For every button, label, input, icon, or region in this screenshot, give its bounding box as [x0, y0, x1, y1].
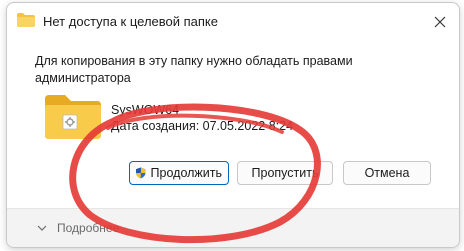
continue-label: Продолжить: [150, 166, 222, 180]
file-name: SysWOW64: [111, 103, 180, 117]
skip-button[interactable]: Пропустить: [237, 161, 333, 185]
more-details-toggle[interactable]: Подробнее: [37, 221, 119, 235]
more-details-label: Подробнее: [57, 221, 120, 235]
folder-icon: [45, 95, 101, 139]
dialog-footer: Подробнее: [7, 208, 459, 247]
chevron-down-icon: [37, 225, 47, 231]
uac-shield-icon: [136, 167, 146, 179]
folder-icon: [17, 13, 35, 27]
file-date: Дата создания: 07.05.2022 8:24: [111, 119, 294, 133]
close-icon: [434, 16, 446, 28]
access-denied-dialog: Нет доступа к целевой папке Для копирова…: [6, 2, 460, 248]
dialog-title: Нет доступа к целевой папке: [43, 14, 218, 29]
cancel-button[interactable]: Отмена: [343, 161, 431, 185]
continue-button[interactable]: Продолжить: [129, 161, 229, 185]
cancel-label: Отмена: [364, 166, 410, 180]
dialog-message: Для копирования в эту папку нужно облада…: [35, 54, 353, 85]
skip-label: Пропустить: [251, 166, 319, 180]
close-button[interactable]: [429, 11, 451, 33]
title-bar: Нет доступа к целевой папке: [7, 3, 459, 39]
